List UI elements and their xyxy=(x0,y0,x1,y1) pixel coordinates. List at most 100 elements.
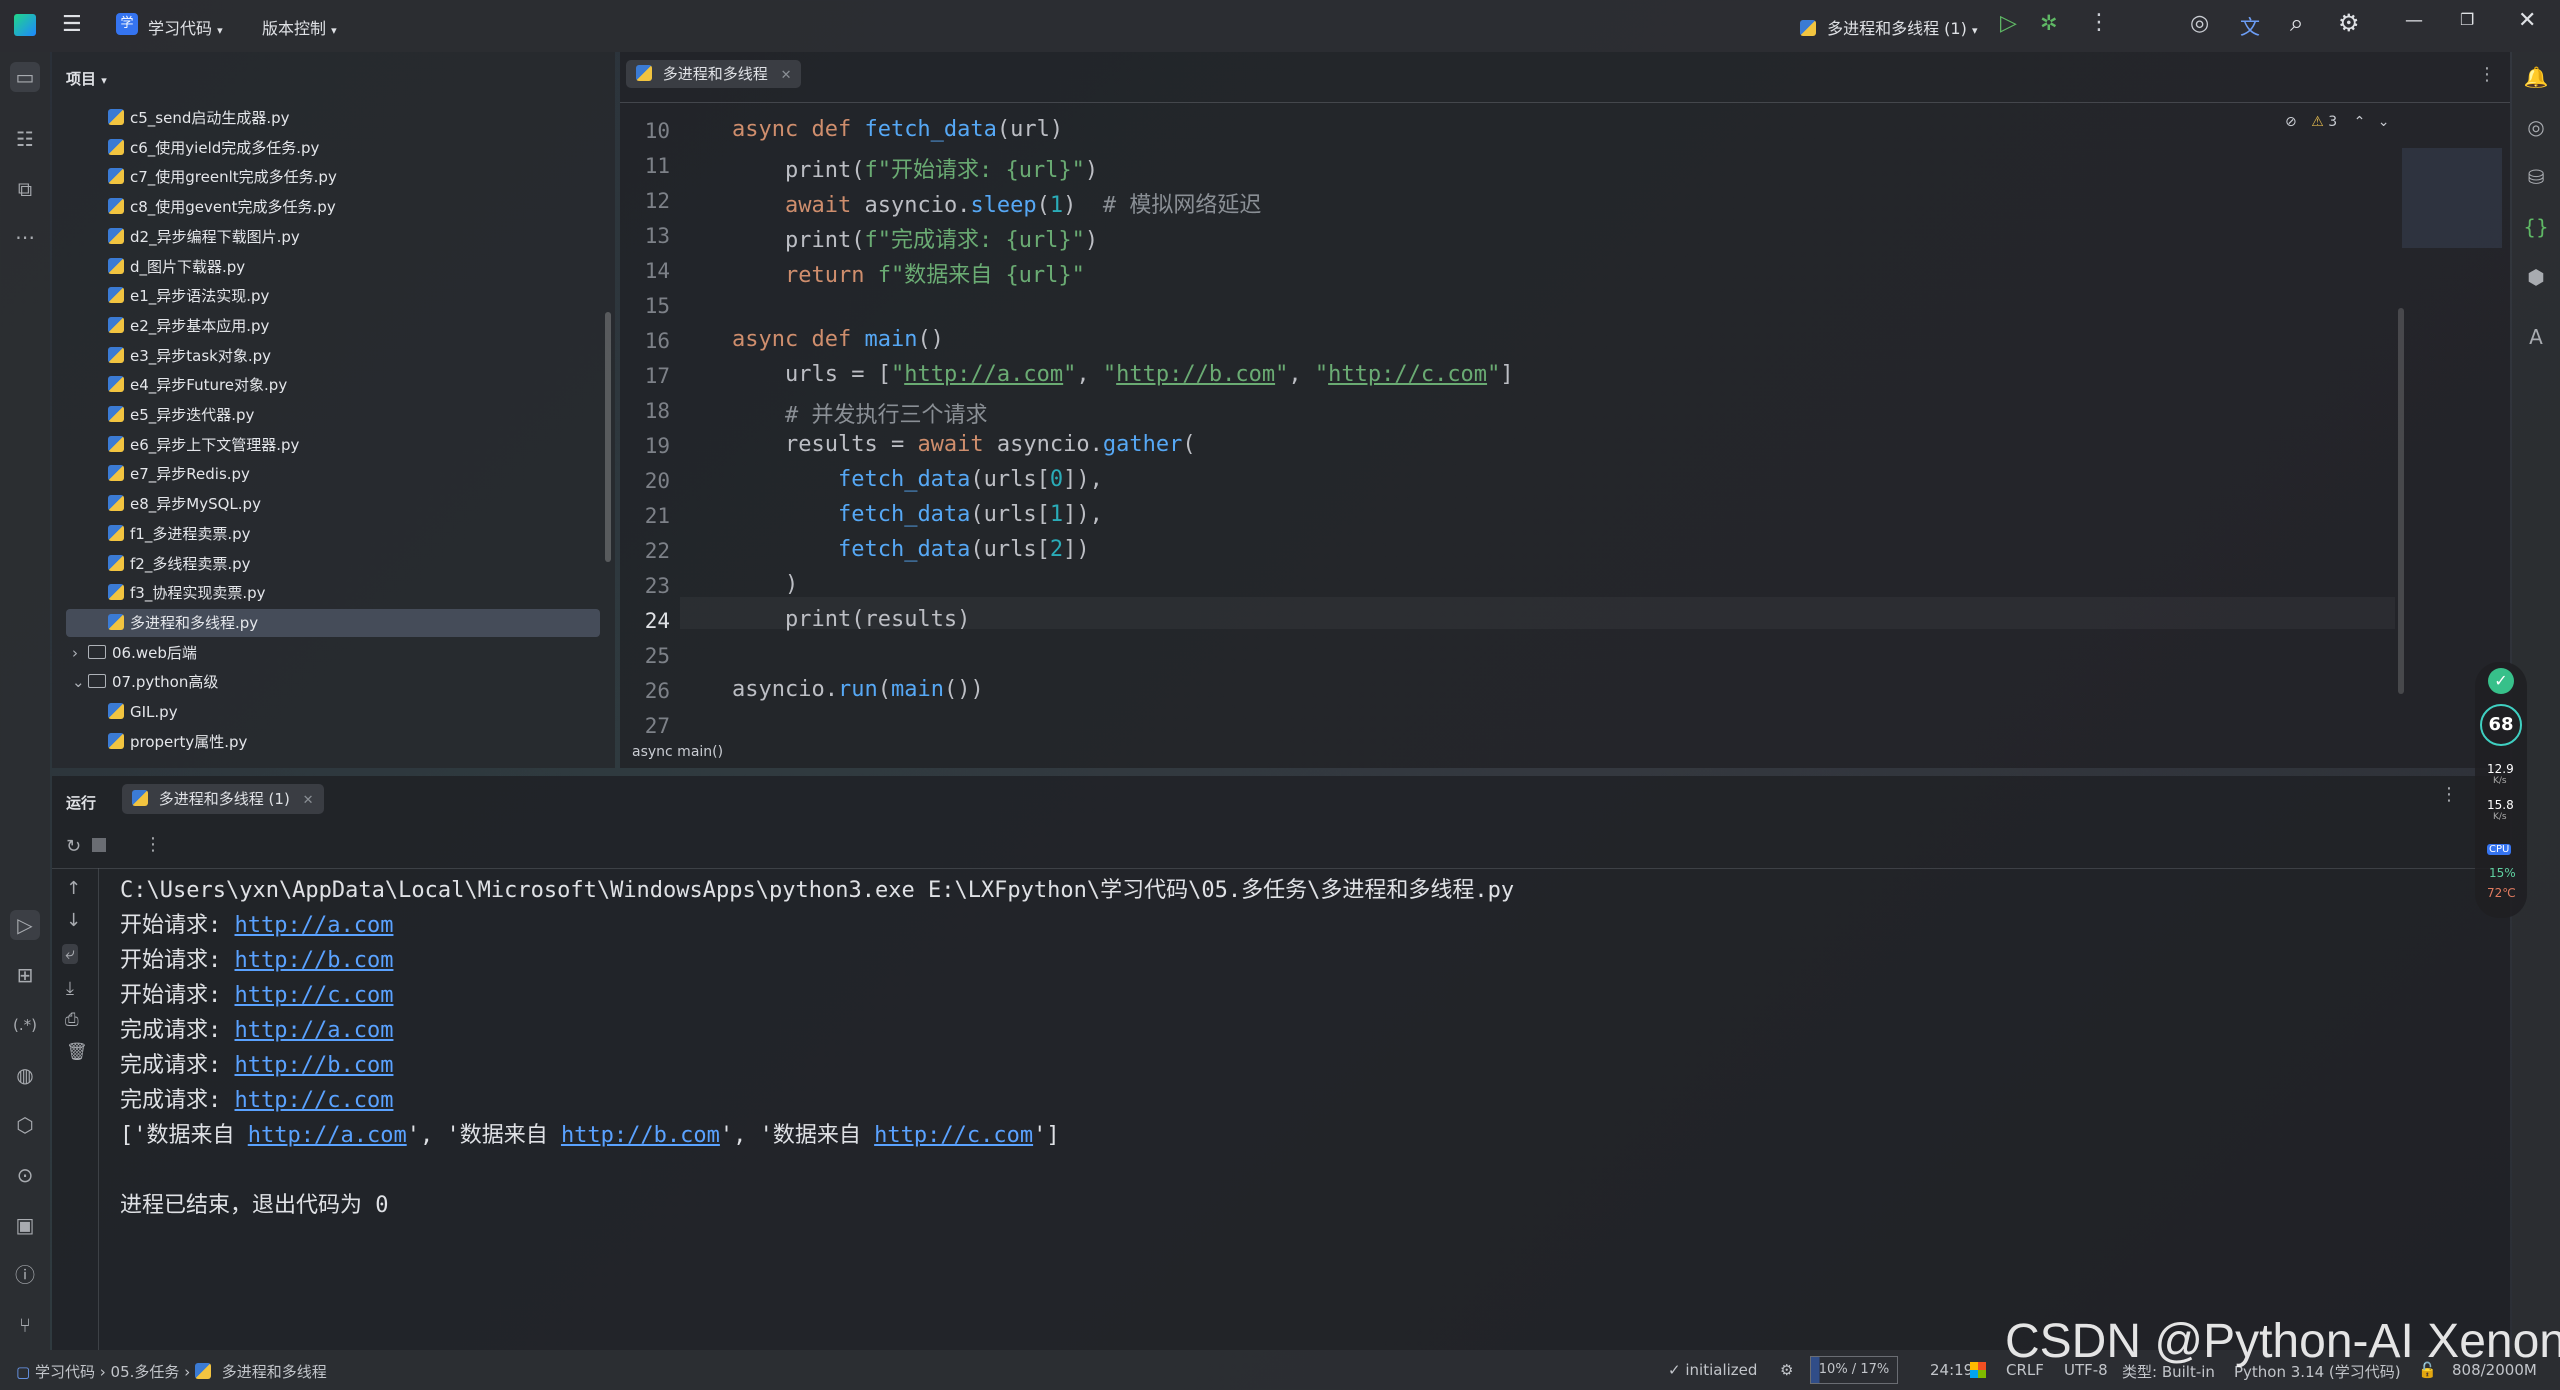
packages-icon[interactable]: ⬡ xyxy=(10,1110,40,1140)
plugin-icon[interactable]: ⬢ xyxy=(2521,262,2551,292)
output-link[interactable]: http://b.com xyxy=(561,1123,720,1148)
tree-item[interactable]: › 06.web后端 xyxy=(52,639,600,667)
chevron-down-icon[interactable]: ⌄ xyxy=(72,668,88,696)
crumb-file[interactable]: 多进程和多线程 xyxy=(222,1363,327,1381)
crumb-root[interactable]: 学习代码 xyxy=(35,1363,95,1381)
initialized-status[interactable]: ✓ initialized xyxy=(1668,1361,1757,1379)
output-link[interactable]: http://c.com xyxy=(235,1088,394,1113)
tree-item[interactable]: d_图片下载器.py xyxy=(52,253,600,281)
app-logo[interactable] xyxy=(14,14,36,36)
search-icon[interactable]: ⌕ xyxy=(2290,9,2303,37)
python-console-icon[interactable]: ◍ xyxy=(10,1060,40,1090)
run-options-icon[interactable]: ⋮ xyxy=(2440,784,2458,805)
status-breadcrumb[interactable]: ▢ 学习代码 › 05.多任务 › 多进程和多线程 xyxy=(16,1361,327,1382)
services-run-icon[interactable]: ⊙ xyxy=(10,1160,40,1190)
more-tools-icon[interactable]: ⋯ xyxy=(10,222,40,252)
output-link[interactable]: http://c.com xyxy=(874,1123,1033,1148)
services-icon[interactable]: ⊞ xyxy=(10,960,40,990)
project-view-selector[interactable]: 项目 ▾ xyxy=(66,68,107,89)
tree-item[interactable]: e1_异步语法实现.py xyxy=(52,282,600,310)
tree-item[interactable]: c6_使用yield完成多任务.py xyxy=(52,134,600,162)
memory-percent-indicator[interactable]: 10% / 17% xyxy=(1810,1356,1898,1384)
crumb-dir[interactable]: 05.多任务 xyxy=(111,1363,180,1381)
tab-close-icon[interactable]: ✕ xyxy=(303,793,314,808)
close-icon[interactable]: ✕ xyxy=(2518,8,2536,33)
chevron-down-icon[interactable]: ⌄ xyxy=(2378,114,2390,130)
tree-item[interactable]: c7_使用greenlt完成多任务.py xyxy=(52,163,600,191)
terminal-icon[interactable]: ▣ xyxy=(10,1210,40,1240)
restore-icon[interactable]: ❐ xyxy=(2460,10,2474,29)
problems-icon[interactable]: ⓘ xyxy=(10,1260,40,1290)
tree-item[interactable]: d2_异步编程下载图片.py xyxy=(52,223,600,251)
translate-icon[interactable]: 文 xyxy=(2240,11,2260,40)
chevron-up-icon[interactable]: ⌃ xyxy=(2354,114,2366,130)
git-branch-icon[interactable]: ⑂ xyxy=(10,1310,40,1340)
tree-item[interactable]: e8_异步MySQL.py xyxy=(52,490,600,518)
minimize-icon[interactable]: — xyxy=(2405,10,2423,31)
inspections-widget[interactable]: ⊘ ⚠ 3 ⌃ ⌄ xyxy=(2285,114,2390,130)
tree-item[interactable]: c5_send启动生成器.py xyxy=(52,104,600,132)
tree-scrollbar[interactable] xyxy=(605,312,611,562)
project-folder-icon[interactable]: ▭ xyxy=(10,62,40,92)
rerun-icon[interactable]: ↻ xyxy=(66,836,81,857)
soft-wrap-icon[interactable]: ⤶ xyxy=(62,944,78,964)
chevron-right-icon[interactable]: › xyxy=(72,639,88,667)
tree-item[interactable]: e4_异步Future对象.py xyxy=(52,371,600,399)
more-actions-icon[interactable]: ⋮ xyxy=(2088,10,2110,35)
editor-breadcrumb[interactable]: async main() xyxy=(632,744,723,760)
tree-item[interactable]: e7_异步Redis.py xyxy=(52,460,600,488)
caret-position[interactable]: 24:19 xyxy=(1930,1361,1973,1379)
vcs-menu[interactable]: 版本控制 ▾ xyxy=(262,15,337,39)
stop-icon[interactable] xyxy=(92,838,106,852)
editor-options-icon[interactable]: ⋮ xyxy=(2478,64,2496,85)
run-tool-icon[interactable]: ▷ xyxy=(10,910,40,940)
database-icon[interactable]: ⛁ xyxy=(2521,162,2551,192)
console-output[interactable]: C:\Users\yxn\AppData\Local\Microsoft\Win… xyxy=(120,872,2500,1342)
tree-item[interactable]: e5_异步迭代器.py xyxy=(52,401,600,429)
settings-gear-icon[interactable]: ⚙ xyxy=(2338,9,2360,37)
left-tool-strip: ▭ ☷ ⧉ ⋯ ▷ ⊞ (.*) ◍ ⬡ ⊙ ▣ ⓘ ⑂ xyxy=(0,52,50,1350)
tree-item[interactable]: c8_使用gevent完成多任务.py xyxy=(52,193,600,221)
tree-item[interactable]: 多进程和多线程.py xyxy=(66,608,600,637)
output-link[interactable]: http://b.com xyxy=(235,1053,394,1078)
system-monitor-widget[interactable]: ✓ 68 12.9 K/s 15.8 K/s CPU 15% 72℃ xyxy=(2475,662,2527,918)
structure-icon[interactable]: ☷ xyxy=(10,124,40,154)
status-gear-icon[interactable]: ⚙ xyxy=(1780,1361,1793,1379)
tree-item[interactable]: f3_协程实现卖票.py xyxy=(52,579,600,607)
run-tab[interactable]: 多进程和多线程 (1) ✕ xyxy=(122,784,324,814)
tree-item[interactable]: ⌄ 07.python高级 xyxy=(52,668,600,696)
project-switcher[interactable]: 学习代码 ▾ xyxy=(148,15,223,39)
output-link[interactable]: http://a.com xyxy=(235,913,394,938)
print-icon[interactable]: ⎙ xyxy=(65,1010,79,1030)
run-config-selector[interactable]: 多进程和多线程 (1) ▾ xyxy=(1800,15,1977,39)
tab-close-icon[interactable]: ✕ xyxy=(781,68,792,83)
regex-icon[interactable]: (.*) xyxy=(10,1010,40,1040)
tree-item[interactable]: GIL.py xyxy=(52,698,600,726)
output-link[interactable]: http://a.com xyxy=(248,1123,407,1148)
trash-icon[interactable]: 🗑 xyxy=(66,1042,88,1062)
output-link[interactable]: http://a.com xyxy=(235,1018,394,1043)
editor-tab[interactable]: 多进程和多线程 ✕ xyxy=(626,60,802,88)
scroll-down-icon[interactable]: ↓ xyxy=(66,910,81,931)
ai-chat-icon[interactable]: ◎ xyxy=(2521,112,2551,142)
output-link[interactable]: http://b.com xyxy=(235,948,394,973)
ai-assistant-icon[interactable]: ◎ xyxy=(2190,11,2209,36)
run-more-icon[interactable]: ⋮ xyxy=(144,834,162,855)
debug-icon[interactable]: ✲ xyxy=(2040,11,2058,35)
tree-item[interactable]: property属性.py xyxy=(52,728,600,756)
main-menu-icon[interactable]: ☰ xyxy=(62,12,82,37)
tree-item[interactable]: e2_异步基本应用.py xyxy=(52,312,600,340)
tree-item[interactable]: f1_多进程卖票.py xyxy=(52,520,600,548)
copilot-icon[interactable]: A xyxy=(2521,322,2551,352)
tree-item[interactable]: f2_多线程卖票.py xyxy=(52,550,600,578)
scroll-to-end-icon[interactable]: ⤓ xyxy=(66,978,74,999)
python-packages-icon[interactable]: ⧉ xyxy=(10,174,40,204)
editor-scrollbar[interactable] xyxy=(2398,308,2404,694)
run-icon[interactable]: ▷ xyxy=(2000,11,2017,36)
json-icon[interactable]: {} xyxy=(2521,212,2551,242)
output-link[interactable]: http://c.com xyxy=(235,983,394,1008)
tree-item[interactable]: e6_异步上下文管理器.py xyxy=(52,431,600,459)
notifications-bell-icon[interactable]: 🔔 xyxy=(2521,62,2551,92)
tree-item[interactable]: e3_异步task对象.py xyxy=(52,342,600,370)
scroll-up-icon[interactable]: ↑ xyxy=(66,878,81,899)
